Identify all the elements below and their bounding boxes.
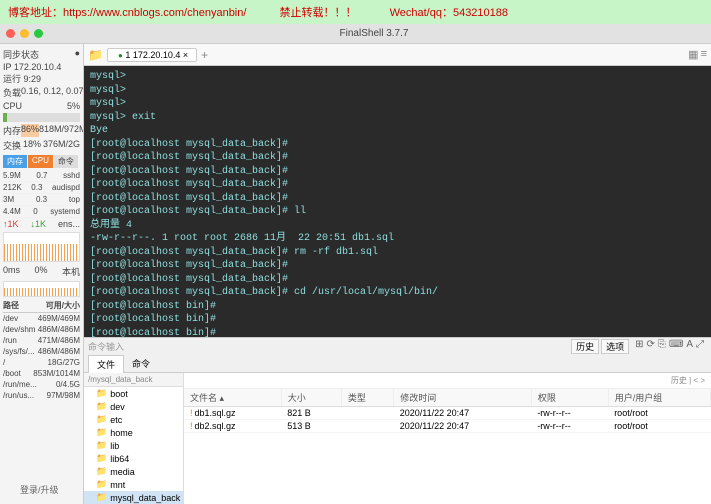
- tree-item: 📁lib: [84, 439, 183, 452]
- folder-icon: 📁: [96, 466, 107, 477]
- cpu-label: CPU: [3, 101, 22, 111]
- menu-icon[interactable]: ≡: [701, 48, 707, 61]
- sync-dot: ●: [75, 48, 80, 61]
- runtime: 运行 9:29: [3, 72, 80, 85]
- tab-cmd[interactable]: 命令: [54, 155, 78, 168]
- tree-item: 📁boot: [84, 387, 183, 400]
- history-button[interactable]: 历史: [571, 339, 599, 354]
- tree-item: 📁media: [84, 465, 183, 478]
- command-bar: 命令输入 历史 选项 ⊞⟳⎘⌨A⤢: [84, 337, 711, 355]
- folder-icon: 📁: [96, 453, 107, 464]
- file-history[interactable]: 历史 | < >: [184, 373, 711, 389]
- net-meta: 0ms0%本机: [3, 264, 80, 279]
- folder-icon: 📁: [96, 388, 107, 399]
- disk-table: 路径可用/大小 /dev469M/469M /dev/shm486M/486M …: [3, 299, 80, 401]
- tree-item: 📁lib64: [84, 452, 183, 465]
- cpu-value: 5%: [67, 101, 80, 111]
- tab-commands[interactable]: 命令: [124, 355, 158, 372]
- file-tabs: 文件 命令: [84, 355, 711, 373]
- host-tab[interactable]: ● 1 172.20.10.4 ×: [107, 48, 197, 62]
- folder-tree[interactable]: /mysql_data_back 📁boot 📁dev 📁etc 📁home 📁…: [84, 373, 184, 504]
- watermark-banner: 博客地址：https://www.cnblogs.com/chenyanbin/…: [0, 0, 711, 24]
- proc-tabs[interactable]: 内存 CPU 命令: [3, 155, 80, 168]
- warn-icon: !: [190, 421, 193, 431]
- folder-icon: 📁: [96, 427, 107, 438]
- sync-status: 同步状态: [3, 48, 39, 61]
- title-bar: FinalShell 3.7.7: [0, 24, 711, 44]
- tab-files[interactable]: 文件: [88, 355, 124, 373]
- forbid-text: 禁止转载！！！: [280, 7, 357, 19]
- window-title: FinalShell 3.7.7: [43, 28, 705, 39]
- swap-pct: 18%: [23, 139, 41, 152]
- folder-icon: 📁: [96, 414, 107, 425]
- process-list: 5.9M0.7sshd 212K0.3audispd 3M0.3top 4.4M…: [3, 170, 80, 218]
- file-row[interactable]: !db2.sql.gz513 B2020/11/22 20:47-rw-r--r…: [184, 420, 711, 433]
- load-label: 负载: [3, 86, 21, 99]
- cmd-input-placeholder[interactable]: 命令输入: [88, 340, 124, 353]
- options-button[interactable]: 选项: [601, 339, 629, 354]
- net-row: ↑1K↓1Kens...: [3, 218, 80, 230]
- tree-item: 📁home: [84, 426, 183, 439]
- mem-pct: 86%: [21, 124, 39, 137]
- maximize-icon[interactable]: [34, 29, 43, 38]
- blog-link[interactable]: 博客地址：https://www.cnblogs.com/chenyanbin/: [8, 7, 246, 19]
- folder-icon[interactable]: 📁: [88, 48, 103, 62]
- tree-item: 📁dev: [84, 400, 183, 413]
- file-list[interactable]: 历史 | < > 文件名 ▴大小类型修改时间权限用户/用户组 !db1.sql.…: [184, 373, 711, 504]
- cpu-bar: [3, 113, 80, 122]
- warn-icon: !: [190, 408, 193, 418]
- close-icon[interactable]: [6, 29, 15, 38]
- swap-val: 376M/2G: [43, 139, 80, 152]
- current-path[interactable]: /mysql_data_back: [84, 373, 183, 387]
- swap-label: 交换: [3, 139, 21, 152]
- mem-label: 内存: [3, 124, 21, 137]
- file-header-row[interactable]: 文件名 ▴大小类型修改时间权限用户/用户组: [184, 389, 711, 407]
- tree-item-selected: 📁mysql_data_back: [84, 491, 183, 504]
- login-link[interactable]: 登录/升级: [20, 483, 59, 496]
- add-tab-icon[interactable]: +: [201, 48, 208, 62]
- tab-cpu[interactable]: CPU: [28, 155, 53, 168]
- tab-mem[interactable]: 内存: [3, 155, 27, 168]
- toolbar-icons[interactable]: ⊞⟳⎘⌨A⤢: [635, 339, 707, 354]
- monitor-sidebar: 同步状态 ● IP 172.20.10.4 运行 9:29 负载0.16, 0.1…: [0, 44, 84, 504]
- traffic-lights[interactable]: [6, 29, 43, 38]
- folder-icon: 📁: [96, 401, 107, 412]
- mem-val: 818M/972M: [39, 124, 84, 137]
- session-toolbar: 📁 ● 1 172.20.10.4 × + ▦ ≡: [84, 44, 711, 66]
- load-value: 0.16, 0.12, 0.07: [21, 86, 84, 99]
- host-ip: IP 172.20.10.4: [3, 62, 80, 72]
- file-row[interactable]: !db1.sql.gz821 B2020/11/22 20:47-rw-r--r…: [184, 407, 711, 420]
- folder-icon: 📁: [96, 479, 107, 490]
- minimize-icon[interactable]: [20, 29, 29, 38]
- latency-chart: [3, 281, 80, 297]
- grid-icon[interactable]: ▦: [688, 48, 698, 61]
- folder-icon: 📁: [96, 492, 107, 503]
- folder-icon: 📁: [96, 440, 107, 451]
- tree-item: 📁etc: [84, 413, 183, 426]
- tree-item: 📁mnt: [84, 478, 183, 491]
- contact-link[interactable]: Wechat/qq：543210188: [390, 7, 508, 19]
- net-chart: [3, 232, 80, 262]
- terminal[interactable]: mysql> mysql> mysql> mysql> exit Bye [ro…: [84, 66, 711, 337]
